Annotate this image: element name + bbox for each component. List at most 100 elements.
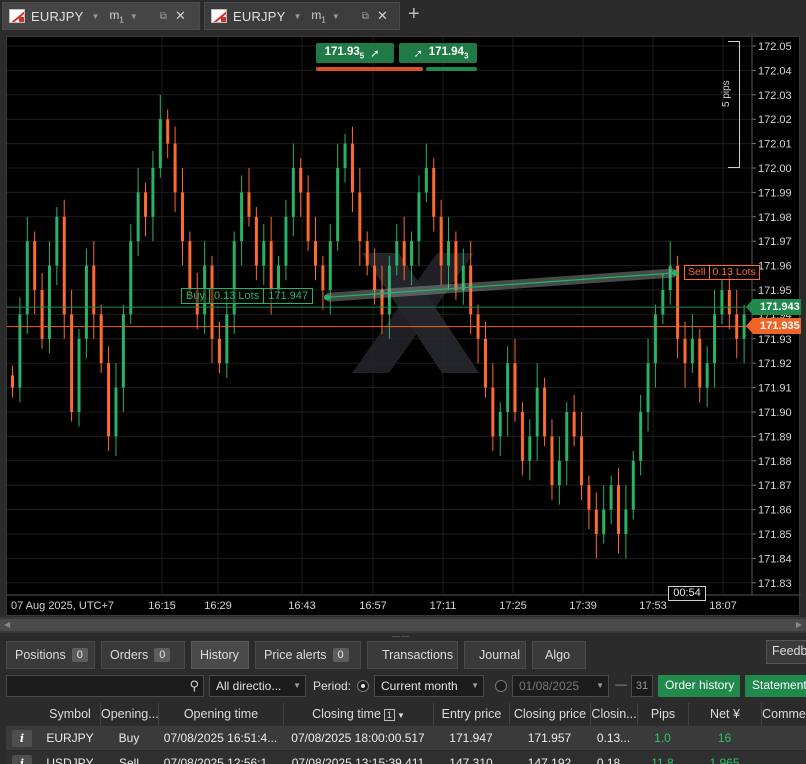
bull-candle [129,241,133,315]
col-closing-time[interactable]: Closing time 1 ▼ [283,703,433,725]
info-icon[interactable]: i [12,730,32,747]
buy-quote-button[interactable]: ➚ 171.943 [399,43,477,63]
col-pips[interactable]: Pips [637,703,688,725]
chart-tab-1[interactable]: EURJPY ▼ m1 ▼ ⧉ ✕ [2,2,200,30]
period-preset-radio[interactable] [357,680,369,692]
bull-candle [277,265,281,290]
bull-candle [653,314,657,364]
order-history-button[interactable]: Order history [658,675,740,697]
col-opening-direction[interactable]: Opening... [100,703,158,725]
bull-candle [690,338,694,364]
scroll-right-icon[interactable]: ▶ [796,620,802,629]
bull-candle [328,241,332,290]
col-closing-price[interactable]: Closing price [509,703,590,725]
close-icon[interactable]: ✕ [377,8,388,24]
buy-sentiment-bar [426,67,477,71]
bull-candle [417,192,421,242]
tab-journal[interactable]: Journal [464,641,526,669]
bull-candle [114,387,118,437]
symbol-dropdown-icon[interactable]: ▼ [294,12,302,21]
timeframe-dropdown-icon[interactable]: ▼ [130,12,138,21]
count-badge: 0 [71,648,88,662]
chart-scrollbar[interactable]: ◀ ▶ [0,617,806,633]
bear-candle [299,168,303,193]
search-input[interactable]: ⚲ [6,675,204,697]
bear-candle [33,241,37,290]
custom-period-radio[interactable] [495,680,507,692]
tab-algo[interactable]: Algo [532,641,586,669]
history-table-header: Symbol Opening... Opening time Closing t… [6,703,806,725]
bear-candle [373,265,377,290]
col-symbol[interactable]: Symbol [40,703,100,725]
bear-candle [520,412,524,461]
info-icon[interactable]: i [12,755,32,764]
period-label: Period: [313,679,352,693]
statement-button[interactable]: Statement [745,675,806,697]
price-axis-label: 172.02 [758,114,792,126]
bear-candle [99,314,103,364]
symbol-dropdown-icon[interactable]: ▼ [92,12,100,21]
direction-select[interactable]: All directio... ▼ [209,675,306,697]
sell-quote-button[interactable]: 171.935 ➚ [316,43,394,63]
col-comment[interactable]: Comme [761,703,806,725]
timeframe-dropdown-icon[interactable]: ▼ [332,12,340,21]
date-from-input[interactable]: 01/08/2025 ▼ [512,675,609,697]
chart-area[interactable]: 172.05 172.04 172.03 172.02 172.01 172.00 171.… [6,36,801,617]
bull-candle [602,509,606,534]
sort-desc-icon: ▼ [396,711,405,720]
bear-candle [11,375,14,388]
entry-point-marker [324,294,330,301]
bear-candle [217,338,221,364]
tab-timeframe[interactable]: m1 [109,8,123,24]
chart-tab-2[interactable]: EURJPY ▼ m1 ▼ ⧉ ✕ [204,2,400,30]
bear-candle [550,436,554,486]
tab-orders[interactable]: Orders 0 [101,641,185,669]
sell-position-marker[interactable]: Sell 0.13 Lots [684,265,760,280]
feedback-button[interactable]: Feedback [766,640,806,664]
tab-transactions[interactable]: Transactions [367,641,458,669]
price-axis-label: 172.03 [758,90,792,102]
bear-candle [62,216,66,315]
col-opening-time[interactable]: Opening time [158,703,283,725]
magnifier-icon: ⚲ [189,678,199,693]
close-icon[interactable]: ✕ [175,8,186,24]
tab-history[interactable]: History [191,641,249,669]
bull-candle [705,363,709,388]
detach-window-icon[interactable]: ⧉ [160,11,167,22]
scrollbar-handle[interactable] [0,619,806,631]
candlestick-chart[interactable]: 172.05 172.04 172.03 172.02 172.01 172.00 171.… [7,37,801,617]
bear-candle [313,241,317,266]
period-select[interactable]: Current month ▼ [374,675,484,697]
plus-icon[interactable]: + [408,3,420,26]
scroll-left-icon[interactable]: ◀ [4,620,10,629]
price-axis-label: 172.05 [758,41,792,53]
bear-candle [587,485,591,510]
tab-timeframe[interactable]: m1 [311,8,325,24]
bear-candle [683,338,687,364]
col-closing-volume[interactable]: Closin... [590,703,637,725]
bull-candle [557,460,561,486]
price-axis-label: 171.98 [758,212,792,224]
bear-candle [254,216,258,266]
bull-candle [25,241,29,315]
tab-price-alerts[interactable]: Price alerts 0 [255,641,361,669]
col-net[interactable]: Net ¥ [688,703,761,725]
bear-candle [350,143,354,193]
bull-candle [624,509,628,534]
table-row[interactable]: i EURJPY Buy 07/08/2025 16:51:4... 07/08… [6,726,806,750]
bear-candle [698,338,702,388]
bear-candle [727,290,731,315]
date-to-input[interactable]: 31 [631,675,653,697]
tab-positions[interactable]: Positions 0 [6,641,95,669]
bull-candle [639,412,643,461]
chevron-down-icon: ▼ [596,681,604,690]
detach-window-icon[interactable]: ⧉ [362,11,369,22]
time-axis-label: 17:39 [569,600,597,612]
table-row[interactable]: i USDJPY Sell 07/08/2025 12:56:1... 07/0… [6,751,806,764]
col-entry-price[interactable]: Entry price [433,703,509,725]
bear-candle [432,168,436,217]
eur-jpy-flag-icon [211,9,227,23]
buy-position-marker[interactable]: Buy 0.13 Lots 171.947 [181,288,313,304]
bull-candle [720,290,724,315]
tab-symbol: EURJPY [31,8,84,24]
